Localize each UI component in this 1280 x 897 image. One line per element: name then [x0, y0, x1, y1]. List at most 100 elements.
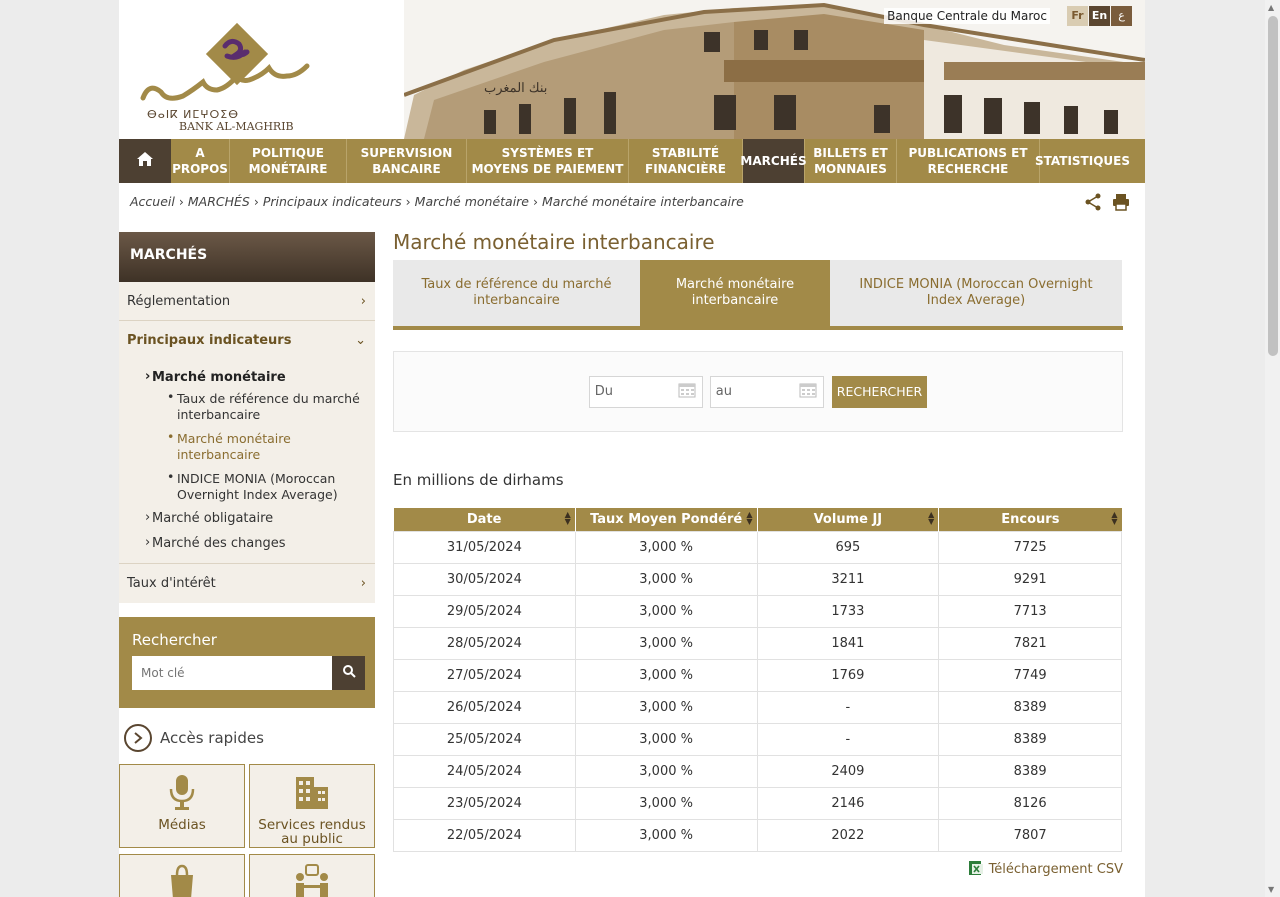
chevron-right-icon: › — [405, 194, 411, 209]
chevron-right-icon: › — [533, 194, 538, 209]
tab-marche-interbancaire[interactable]: Marché monétaire interbancaire — [640, 260, 830, 326]
page-scrollbar[interactable]: ▲ ▼ — [1265, 0, 1280, 897]
column-header-taux[interactable]: Taux Moyen Pondéré ▲ ▼ — [574, 508, 757, 531]
table-cell: 3,000 % — [574, 754, 758, 788]
main-nav: A PROPOS POLITIQUE MONÉTAIRE SUPERVISION… — [119, 139, 1145, 183]
microphone-icon — [167, 773, 197, 818]
search-title: Rechercher — [132, 631, 217, 649]
table-cell: 3,000 % — [574, 690, 758, 724]
nav-systemes-paiement[interactable]: SYSTÈMES ET MOYENS DE PAIEMENT — [467, 139, 629, 183]
table-cell: 1769 — [756, 658, 940, 692]
scrollbar-thumb[interactable] — [1268, 16, 1278, 356]
chevron-right-icon: › — [360, 293, 366, 309]
table-cell: 30/05/2024 — [393, 562, 576, 596]
building-icon — [294, 773, 330, 818]
chevron-right-icon: › — [360, 576, 366, 591]
unit-label: En millions de dirhams — [393, 471, 564, 489]
lang-ar-button[interactable]: ع — [1111, 6, 1132, 26]
scroll-up-icon[interactable]: ▲ — [1268, 3, 1274, 12]
nav-statistiques[interactable]: STATISTIQUES — [1035, 139, 1130, 183]
breadcrumb-marche-monetaire[interactable]: Marché monétaire — [415, 194, 529, 209]
sidebar-title: MARCHÉS — [119, 232, 375, 282]
sidebar-item-marche-changes[interactable]: Marché des changes — [145, 535, 375, 551]
lang-fr-button[interactable]: Fr — [1067, 6, 1088, 26]
scroll-down-icon[interactable]: ▼ — [1268, 885, 1274, 894]
sort-icon[interactable]: ▲ ▼ — [928, 511, 934, 526]
table-row: 26/05/2024 3,000 % -8389 — [393, 690, 1122, 724]
calendar-icon[interactable] — [799, 382, 817, 402]
table-row: 30/05/2024 3,000 % 3211 9291 — [393, 562, 1122, 596]
table-cell: 26/05/2024 — [393, 690, 576, 724]
tile-meeting[interactable] — [249, 854, 375, 897]
bank-logo[interactable]: ⴱⴰⵏⴽ ⵍⵎⵖⵔⵉⴱ BANK AL-MAGHRIB — [139, 18, 314, 136]
sidebar-item-marche-monetaire[interactable]: Marché monétaire — [145, 369, 375, 385]
sidebar-item-marche-obligataire[interactable]: Marché obligataire — [145, 510, 375, 526]
sort-icon[interactable]: ▲ ▼ — [1111, 511, 1117, 526]
tile-medias[interactable]: Médias — [119, 764, 245, 848]
sidebar-item-taux-interet[interactable]: Taux d'intérêt › — [119, 564, 375, 603]
table-row: 24/05/2024 3,000 % 2409 8389 — [393, 754, 1122, 788]
table-cell: 8389 — [938, 722, 1122, 756]
share-icon[interactable] — [1084, 193, 1102, 215]
top-bar: Banque Centrale du Maroc Fr En ع — [884, 6, 1132, 26]
table-cell: 7821 — [938, 626, 1122, 660]
sidebar-menu: Réglementation › Principaux indicateurs … — [119, 282, 375, 603]
table-row: 31/05/2024 3,000 % 695 7725 — [393, 530, 1122, 564]
nav-a-propos[interactable]: A PROPOS — [171, 139, 230, 183]
breadcrumb-accueil[interactable]: Accueil — [130, 194, 175, 209]
date-to-field[interactable]: au — [709, 375, 824, 408]
table-cell: 23/05/2024 — [393, 786, 576, 820]
nav-marches[interactable]: MARCHÉS — [740, 139, 807, 183]
nav-home[interactable] — [119, 139, 171, 183]
sidebar-item-marche-interbancaire[interactable]: Marché monétaire interbancaire — [145, 429, 375, 463]
table-cell: 2409 — [756, 754, 940, 788]
sort-icon[interactable]: ▲ ▼ — [565, 511, 571, 526]
tab-monia[interactable]: INDICE MONIA (Moroccan Overnight Index A… — [830, 260, 1122, 326]
breadcrumb-marches[interactable]: MARCHÉS — [188, 194, 250, 209]
sidebar-item-label: Principaux indicateurs — [127, 333, 292, 348]
column-header-date[interactable]: Date ▲ ▼ — [393, 508, 576, 531]
column-header-volume[interactable]: Volume JJ ▲ ▼ — [756, 508, 939, 531]
calendar-icon[interactable] — [678, 382, 696, 402]
table-row: 23/05/2024 3,000 % 2146 8126 — [393, 786, 1122, 820]
lang-en-button[interactable]: En — [1089, 6, 1110, 26]
nav-publications-recherche[interactable]: PUBLICATIONS ET RECHERCHE — [897, 139, 1040, 183]
data-table: Date ▲ ▼ Taux Moyen Pondéré ▲ ▼ Volume JJ ▲ ▼ … — [393, 508, 1122, 852]
table-row: 27/05/2024 3,000 % 1769 7749 — [393, 658, 1122, 692]
excel-file-icon — [968, 860, 984, 880]
rechercher-button[interactable]: RECHERCHER — [831, 375, 928, 408]
sort-icon[interactable]: ▲ ▼ — [746, 511, 752, 526]
quick-access-tiles: Médias Services rendus au public — [119, 764, 375, 897]
date-from-field[interactable]: Du — [588, 375, 703, 408]
nav-politique-monetaire[interactable]: POLITIQUE MONÉTAIRE — [230, 139, 347, 183]
table-cell: 3,000 % — [574, 562, 758, 596]
nav-stabilite-financiere[interactable]: STABILITÉ FINANCIÈRE — [629, 139, 743, 183]
csv-download-link[interactable]: Téléchargement CSV — [393, 860, 1123, 880]
table-cell: 7725 — [938, 530, 1122, 564]
column-header-encours[interactable]: Encours ▲ ▼ — [938, 508, 1122, 531]
sidebar-item-reglementation[interactable]: Réglementation › — [119, 282, 375, 321]
sidebar-item-principaux[interactable]: Principaux indicateurs ⌄ — [119, 321, 375, 360]
nav-billets-monnaies[interactable]: BILLETS ET MONNAIES — [805, 139, 897, 183]
table-cell: - — [756, 722, 940, 756]
tile-shopping[interactable] — [119, 854, 245, 897]
table-row: 29/05/2024 3,000 % 1733 7713 — [393, 594, 1122, 628]
breadcrumb-principaux[interactable]: Principaux indicateurs — [263, 194, 402, 209]
nav-supervision-bancaire[interactable]: SUPERVISION BANCAIRE — [347, 139, 467, 183]
table-cell: 8389 — [938, 690, 1122, 724]
search-button[interactable] — [332, 656, 365, 690]
search-input[interactable] — [132, 656, 332, 690]
sidebar-item-monia[interactable]: INDICE MONIA (Moroccan Overnight Index A… — [145, 469, 375, 503]
tile-services[interactable]: Services rendus au public — [249, 764, 375, 848]
sidebar-item-taux-reference[interactable]: Taux de référence du marché interbancair… — [145, 389, 375, 423]
tile-label: Médias — [158, 817, 206, 833]
date-from-placeholder: Du — [594, 384, 614, 399]
tab-taux-reference[interactable]: Taux de référence du marché interbancair… — [393, 260, 640, 326]
chevron-right-icon: › — [253, 194, 259, 209]
date-filter: Du au RECHERCHER — [393, 351, 1123, 432]
table-cell: 27/05/2024 — [393, 658, 576, 692]
table-cell: 3,000 % — [574, 818, 758, 852]
table-cell: 25/05/2024 — [393, 722, 576, 756]
print-icon[interactable] — [1112, 193, 1130, 215]
bank-name-link[interactable]: Banque Centrale du Maroc — [884, 8, 1050, 24]
